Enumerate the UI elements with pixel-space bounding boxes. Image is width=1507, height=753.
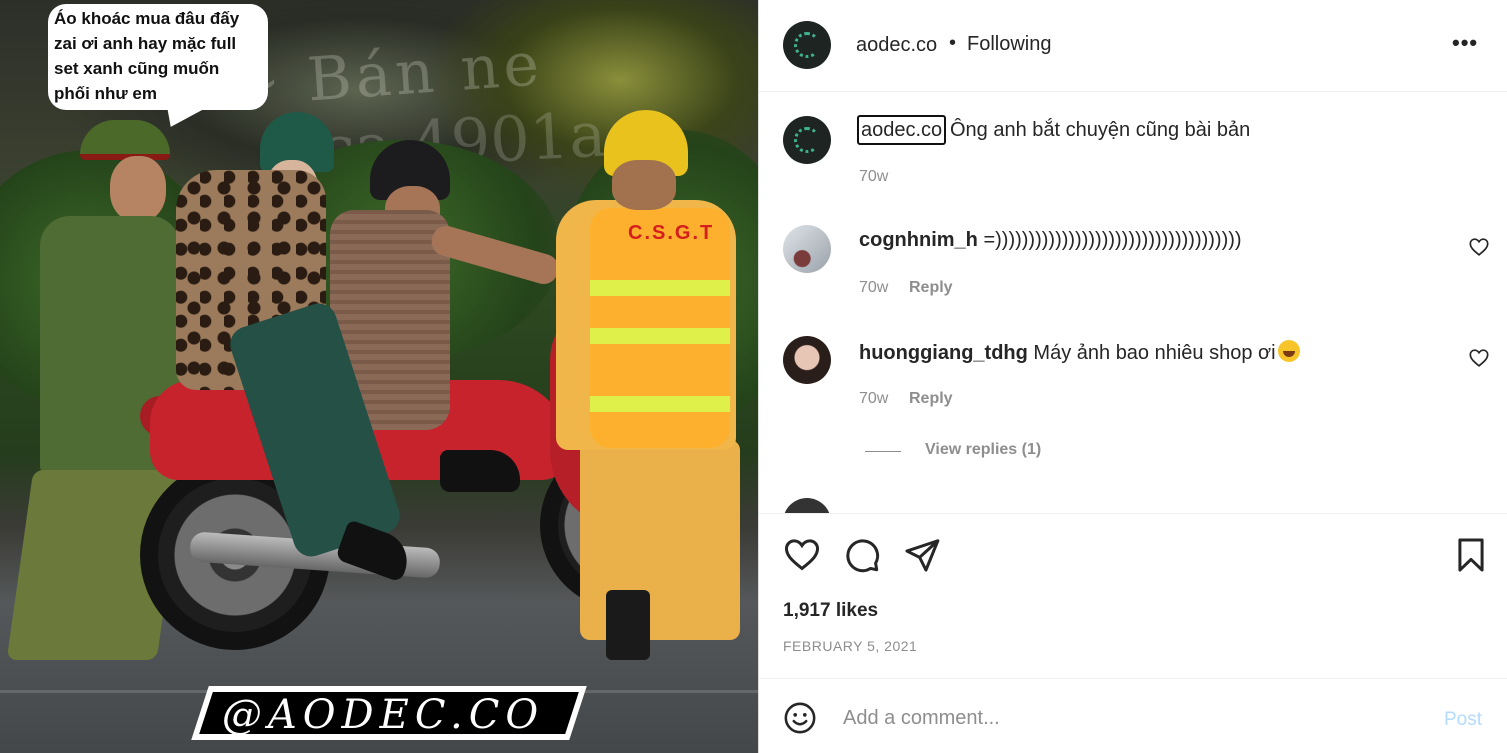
share-icon[interactable] — [903, 536, 941, 574]
comment-row: huonggiang_tdhg Máy ảnh bao nhiêu shop ơ… — [859, 340, 1300, 365]
comment-row: cognhnim_h =))))))))))))))))))))))))))))… — [859, 229, 1242, 252]
watermark-text: @AODEC.CO — [221, 692, 545, 738]
caption-author-avatar[interactable] — [783, 116, 831, 164]
comment-like-heart-icon[interactable] — [1468, 347, 1490, 369]
likes-count[interactable]: 1,917 likes — [783, 600, 878, 622]
comment-text: =))))))))))))))))))))))))))))))))))))) — [983, 229, 1242, 251]
speech-bubble-line: zai ơi anh hay mặc full — [54, 34, 237, 53]
caption-username[interactable]: aodec.co — [857, 115, 947, 145]
commenter-avatar[interactable] — [783, 498, 831, 513]
view-replies-divider — [865, 451, 901, 452]
reply-button[interactable]: Reply — [909, 279, 953, 297]
post-actions: 1,917 likes FEBRUARY 5, 2021 — [759, 513, 1507, 678]
caption-timestamp[interactable]: 70w — [859, 168, 888, 186]
bookmark-icon[interactable] — [1452, 536, 1490, 574]
comment-timestamp[interactable]: 70w — [859, 279, 888, 297]
comment-composer: Post — [759, 678, 1507, 753]
more-options-icon[interactable]: ••• — [1452, 30, 1478, 56]
reply-button[interactable]: Reply — [909, 390, 953, 408]
heart-icon[interactable] — [783, 536, 821, 574]
speech-bubble-line: set xanh cũng muốn — [54, 59, 220, 78]
emoji-picker-icon[interactable] — [783, 701, 817, 735]
speech-bubble: Áo khoác mua đâu đấy zai ơi anh hay mặc … — [48, 4, 268, 110]
view-replies-button[interactable]: View replies (1) — [925, 441, 1041, 459]
author-avatar[interactable] — [783, 21, 831, 69]
commenter-avatar[interactable] — [783, 336, 831, 384]
comment-username[interactable]: huonggiang_tdhg — [859, 342, 1028, 364]
caption-text: Ông anh bắt chuyện cũng bài bản — [950, 119, 1251, 141]
comment-timestamp[interactable]: 70w — [859, 390, 888, 408]
following-button[interactable]: Following — [967, 33, 1051, 56]
comments-list[interactable]: aodec.co Ông anh bắt chuyện cũng bài bản… — [759, 93, 1507, 513]
comment-username[interactable]: cognhnim_h — [859, 229, 978, 251]
leopard-jacket-man — [170, 110, 530, 610]
speech-bubble-line: phối như em — [54, 84, 157, 103]
laughing-emoji-icon — [1277, 340, 1300, 362]
vest-label: C.S.G.T — [628, 222, 715, 244]
traffic-police-officer: C.S.G.T — [550, 110, 750, 670]
comment-input[interactable] — [843, 703, 1403, 733]
post-photo[interactable]: ~ Bán ne ca 4901a C.S.G.T Áo khoác mua đ… — [0, 0, 758, 753]
post-details-panel: aodec.co • Following ••• aodec.co Ông an… — [758, 0, 1507, 753]
author-username[interactable]: aodec.co — [856, 34, 937, 57]
comment-icon[interactable] — [843, 536, 881, 574]
post-header: aodec.co • Following ••• — [759, 0, 1507, 92]
speech-bubble-line: Áo khoác mua đâu đấy — [54, 9, 240, 28]
separator-dot: • — [949, 32, 957, 54]
comment-text: Máy ảnh bao nhiêu shop ơi — [1033, 342, 1276, 364]
post-comment-button[interactable]: Post — [1444, 709, 1482, 731]
commenter-avatar[interactable] — [783, 225, 831, 273]
post-date[interactable]: FEBRUARY 5, 2021 — [783, 638, 917, 654]
comment-like-heart-icon[interactable] — [1468, 236, 1490, 258]
